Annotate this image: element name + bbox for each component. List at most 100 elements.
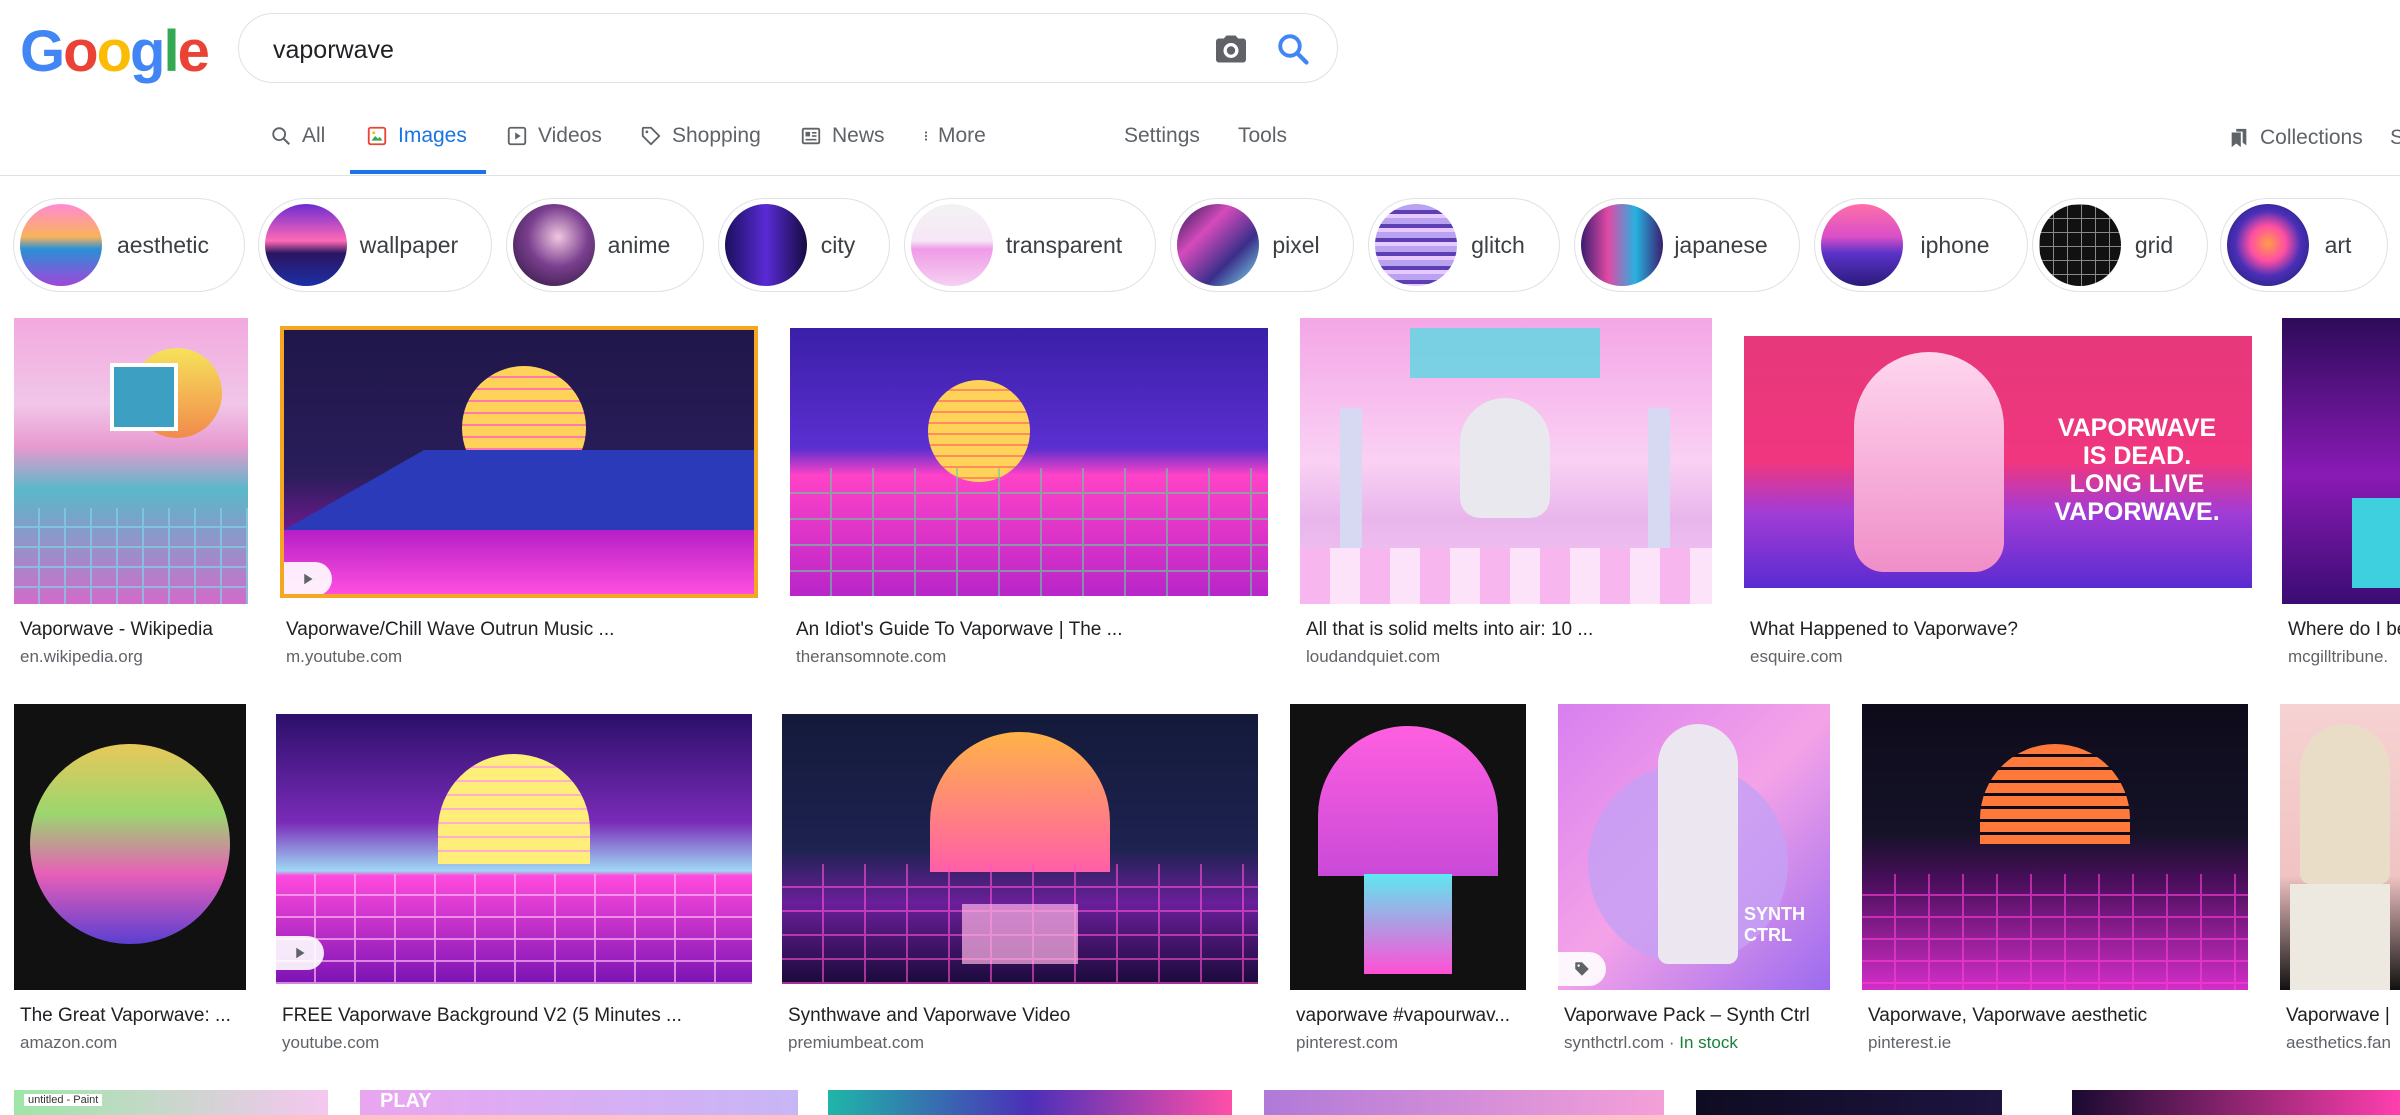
result-card[interactable]: An Idiot's Guide To Vaporwave | The ... … (790, 318, 1268, 670)
result-title[interactable]: FREE Vaporwave Background V2 (5 Minutes … (282, 1005, 752, 1027)
logo-letter: G (20, 19, 65, 84)
image-text-line: LONG LIVE (2069, 470, 2205, 498)
image-text-line: VAPORWAVE (2057, 414, 2217, 442)
chip-iphone[interactable]: iphone (1814, 198, 2028, 292)
result-card[interactable]: The Great Vaporwave: ... amazon.com (14, 704, 246, 1056)
result-card[interactable]: Vaporwave, Vaporwave aesthetic pinterest… (1862, 704, 2248, 1056)
chip-pixel[interactable]: pixel (1170, 198, 1354, 292)
result-card[interactable]: Vaporwave - Wikipedia en.wikipedia.org (14, 318, 248, 670)
collections-link[interactable]: Collections (2228, 126, 2363, 176)
result-thumbnail[interactable]: VAPORWAVE IS DEAD. LONG LIVE VAPORWAVE. (1744, 336, 2252, 588)
chip-anime[interactable]: anime (506, 198, 704, 292)
sun-graphic (930, 732, 1110, 872)
result-card[interactable]: Where do I be mcgilltribune. (2282, 318, 2400, 670)
truncated-label: S (2390, 126, 2400, 149)
result-source: mcgilltribune. (2288, 647, 2389, 666)
result-thumbnail[interactable] (1264, 1090, 1664, 1115)
result-source: pinterest.com (1296, 1033, 1399, 1052)
tab-more[interactable]: More (920, 124, 986, 174)
tab-tools[interactable]: Tools (1238, 124, 1287, 174)
tab-news[interactable]: News (800, 124, 885, 174)
result-title[interactable]: Vaporwave/Chill Wave Outrun Music ... (286, 619, 756, 641)
search-input[interactable] (271, 32, 1175, 68)
result-thumbnail[interactable] (1300, 318, 1712, 604)
chip-thumbnail (1581, 204, 1663, 286)
chip-city[interactable]: city (718, 198, 890, 292)
result-source: pinterest.ie (1868, 1033, 1952, 1052)
result-thumbnail[interactable] (2072, 1090, 2400, 1115)
car-graphic (962, 904, 1078, 964)
image-icon (367, 126, 387, 146)
tab-videos[interactable]: Videos (506, 124, 602, 174)
tab-images[interactable]: Images (350, 124, 486, 174)
result-source: theransomnote.com (796, 647, 947, 666)
chip-japanese[interactable]: japanese (1574, 198, 1800, 292)
sun-graphic (928, 380, 1030, 482)
play-icon (507, 126, 527, 146)
result-title[interactable]: Where do I be (2288, 619, 2400, 641)
result-thumbnail[interactable] (1290, 704, 1526, 990)
result-card[interactable]: Vaporwave/Chill Wave Outrun Music ... m.… (280, 318, 758, 670)
chip-label: aesthetic (116, 231, 210, 258)
result-thumbnail[interactable]: untitled - Paint (14, 1090, 328, 1115)
tab-settings[interactable]: Settings (1124, 124, 1200, 174)
result-title[interactable]: Vaporwave, Vaporwave aesthetic (1868, 1005, 2248, 1027)
result-card[interactable]: Vaporwave | aesthetics.fan (2280, 704, 2400, 1056)
chip-aesthetic[interactable]: aesthetic (13, 198, 245, 292)
result-thumbnail[interactable] (1862, 704, 2248, 990)
result-title[interactable]: All that is solid melts into air: 10 ... (1306, 619, 1712, 641)
chip-thumbnail (1821, 204, 1903, 286)
bookmark-icon (2231, 128, 2247, 148)
chip-label: wallpaper (359, 231, 459, 258)
result-thumbnail[interactable] (1696, 1090, 2002, 1115)
chip-label: pixel (1272, 231, 1320, 258)
result-thumbnail[interactable]: SYNTH CTRL (1558, 704, 1830, 990)
result-title[interactable]: vaporwave #vapourwav... (1296, 1005, 1526, 1027)
result-thumbnail[interactable] (790, 328, 1268, 596)
chip-glitch[interactable]: glitch (1368, 198, 1560, 292)
chip-wallpaper[interactable]: wallpaper (258, 198, 492, 292)
result-title[interactable]: Vaporwave | (2286, 1005, 2400, 1027)
tab-shopping[interactable]: Shopping (640, 124, 761, 174)
result-thumbnail[interactable] (276, 714, 752, 984)
result-source: premiumbeat.com (788, 1033, 925, 1052)
result-title[interactable]: The Great Vaporwave: ... (20, 1005, 246, 1027)
result-card[interactable]: Synthwave and Vaporwave Video premiumbea… (782, 704, 1258, 1056)
logo-letter: o (96, 19, 132, 84)
chip-label: city (820, 231, 856, 258)
result-card[interactable]: FREE Vaporwave Background V2 (5 Minutes … (276, 704, 752, 1056)
result-title[interactable]: Synthwave and Vaporwave Video (788, 1005, 1258, 1027)
result-thumbnail[interactable] (782, 714, 1258, 984)
result-card[interactable]: All that is solid melts into air: 10 ...… (1300, 318, 1712, 670)
chip-art[interactable]: art (2220, 198, 2388, 292)
result-title[interactable]: Vaporwave - Wikipedia (20, 619, 248, 641)
result-thumbnail[interactable]: PLAY (360, 1090, 798, 1115)
google-logo[interactable]: Google (20, 18, 210, 85)
result-title[interactable]: An Idiot's Guide To Vaporwave | The ... (796, 619, 1266, 641)
search-icon[interactable] (1275, 31, 1311, 67)
tab-all[interactable]: All (270, 124, 325, 174)
result-thumbnail[interactable] (828, 1090, 1232, 1115)
result-thumbnail[interactable] (14, 318, 248, 604)
result-title[interactable]: Vaporwave Pack – Synth Ctrl (1564, 1005, 1830, 1027)
result-thumbnail[interactable] (2280, 704, 2400, 990)
result-title[interactable]: What Happened to Vaporwave? (1750, 619, 2250, 641)
result-source: synthctrl.com · In stock (1564, 1033, 1738, 1052)
result-thumbnail[interactable] (14, 704, 246, 990)
chip-label: japanese (1674, 231, 1768, 258)
truncated-link[interactable]: S (2390, 126, 2400, 176)
result-card[interactable]: VAPORWAVE IS DEAD. LONG LIVE VAPORWAVE. … (1744, 318, 2252, 670)
result-card[interactable]: SYNTH CTRL Vaporwave Pack – Synth Ctrl s… (1558, 704, 1830, 1056)
result-thumbnail[interactable] (280, 326, 758, 598)
chip-thumbnail (725, 204, 807, 286)
chip-grid[interactable]: grid (2032, 198, 2208, 292)
bust-graphic (1658, 724, 1738, 964)
chip-thumbnail (911, 204, 993, 286)
tab-label: Tools (1238, 124, 1288, 147)
result-card[interactable]: vaporwave #vapourwav... pinterest.com (1290, 704, 1526, 1056)
logo-letter: l (163, 19, 179, 84)
camera-icon[interactable] (1213, 31, 1249, 67)
chip-transparent[interactable]: transparent (904, 198, 1156, 292)
chip-thumbnail (513, 204, 595, 286)
result-thumbnail[interactable] (2282, 318, 2400, 604)
